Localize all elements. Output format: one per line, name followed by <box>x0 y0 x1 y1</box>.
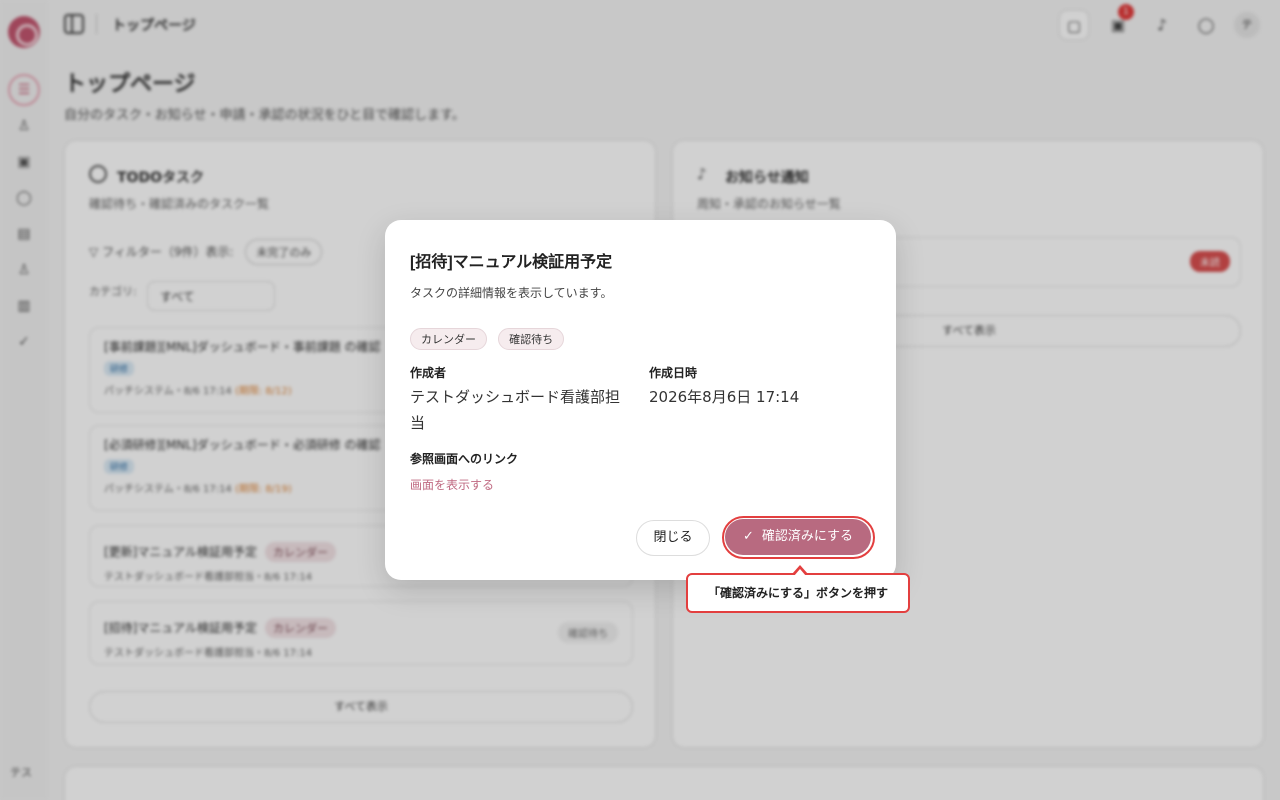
highlight-ring <box>722 516 875 559</box>
view-screen-link[interactable]: 画面を表示する <box>410 476 494 493</box>
dialog-badges: カレンダー 確認待ち <box>410 328 570 350</box>
dialog-title: [招待]マニュアル検証用予定 <box>410 254 613 271</box>
dialog-description: タスクの詳細情報を表示しています。 <box>410 286 613 300</box>
author-value: テストダッシュボード看護部担当 <box>410 388 621 432</box>
instruction-tooltip: 「確認済みにする」ボタンを押す <box>686 565 910 613</box>
category-badge: カレンダー <box>410 328 487 350</box>
created-at-label: 作成日時 <box>649 366 698 380</box>
author-label: 作成者 <box>410 366 447 380</box>
reference-link-label: 参照画面へのリンク <box>410 452 519 466</box>
status-badge: 確認待ち <box>498 328 565 350</box>
created-at-value: 2026年8月6日 17:14 <box>649 388 800 406</box>
close-button[interactable]: 閉じる <box>636 520 710 556</box>
